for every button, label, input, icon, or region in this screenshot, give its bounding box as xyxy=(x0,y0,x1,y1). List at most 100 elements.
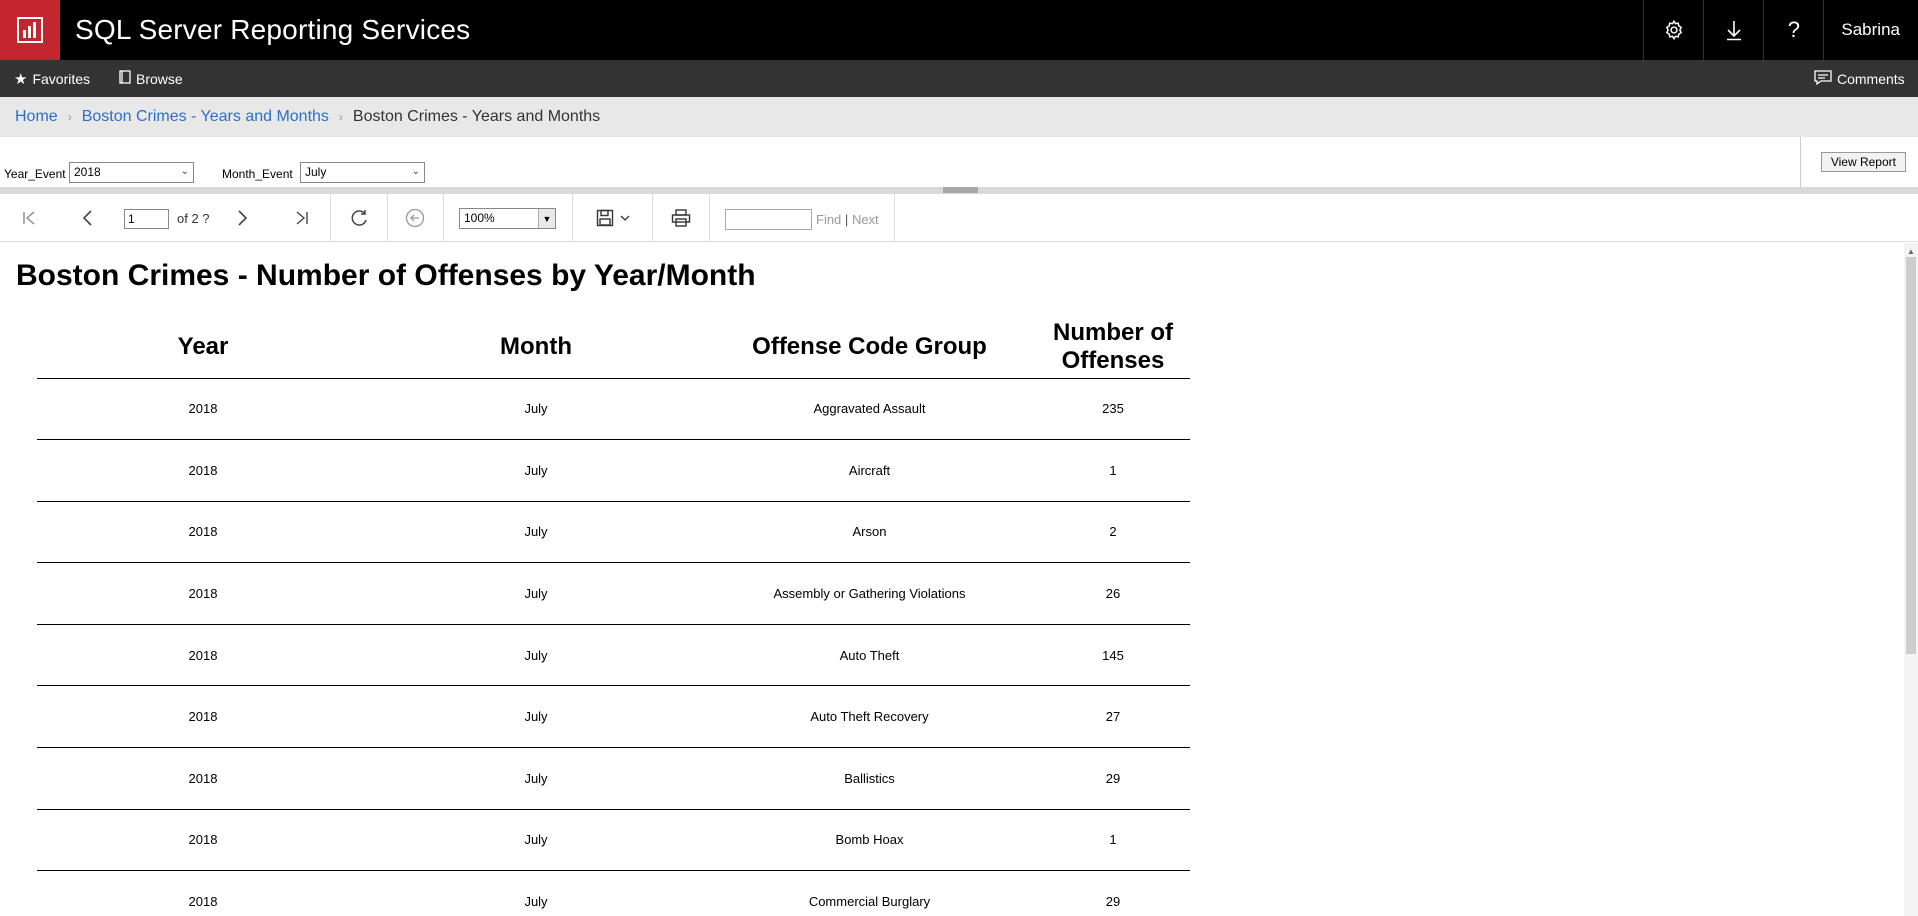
export-menu[interactable] xyxy=(588,194,638,242)
next-page-icon[interactable] xyxy=(228,194,258,242)
cell-year: 2018 xyxy=(37,378,369,441)
month-param-value: July xyxy=(305,165,327,179)
cell-count: 1 xyxy=(1036,439,1190,502)
cell-count: 145 xyxy=(1036,624,1190,687)
cell-offense-group: Aircraft xyxy=(703,439,1036,502)
cell-count: 29 xyxy=(1036,870,1190,916)
zoom-value: 100% xyxy=(464,211,495,225)
cell-month: July xyxy=(369,501,703,564)
cell-offense-group: Bomb Hoax xyxy=(703,809,1036,872)
cell-count: 29 xyxy=(1036,747,1190,810)
table-row: 2018 July Arson 2 xyxy=(37,501,1190,564)
cell-month: July xyxy=(369,562,703,625)
cell-offense-group: Aggravated Assault xyxy=(703,378,1036,441)
find-input[interactable] xyxy=(725,209,812,230)
year-param-value: 2018 xyxy=(74,165,101,179)
download-icon[interactable] xyxy=(1703,0,1763,60)
last-page-icon[interactable] xyxy=(287,194,317,242)
column-header-number-of-offenses: Number of Offenses xyxy=(1036,317,1190,379)
cell-year: 2018 xyxy=(37,501,369,564)
year-param-select[interactable]: 2018 ⌄ xyxy=(69,162,194,183)
cell-count: 1 xyxy=(1036,809,1190,872)
app-title: SQL Server Reporting Services xyxy=(75,14,471,45)
cell-count: 26 xyxy=(1036,562,1190,625)
report-toolbar: of 2 ? 100% ▼ Find | Next xyxy=(0,194,1918,242)
browse-label: Browse xyxy=(136,70,183,87)
cell-month: July xyxy=(369,747,703,810)
cell-count: 235 xyxy=(1036,378,1190,441)
nav-bar: ★ Favorites Browse Comments xyxy=(0,60,1918,97)
table-row: 2018 July Auto Theft 145 xyxy=(37,624,1190,687)
parameter-area: Year_Event 2018 ⌄ Month_Event July ⌄ Vie… xyxy=(0,137,1918,187)
refresh-icon[interactable] xyxy=(344,194,374,242)
breadcrumb-current: Boston Crimes - Years and Months xyxy=(352,108,601,125)
chevron-down-icon: ▼ xyxy=(538,209,555,228)
scroll-up-icon[interactable]: ▲ xyxy=(1907,247,1915,256)
chevron-down-icon: ⌄ xyxy=(180,166,189,177)
column-header-offense-group: Offense Code Group xyxy=(703,317,1036,379)
table-row: 2018 July Auto Theft Recovery 27 xyxy=(37,685,1190,749)
cell-offense-group: Commercial Burglary xyxy=(703,870,1036,916)
report-title: Boston Crimes - Number of Offenses by Ye… xyxy=(16,259,756,292)
column-header-year: Year xyxy=(37,317,369,379)
scroll-thumb[interactable] xyxy=(1906,257,1916,654)
column-header-month: Month xyxy=(369,317,703,379)
ssrs-logo-icon[interactable] xyxy=(0,0,60,60)
report-scrollbar[interactable]: ▲ xyxy=(1904,243,1918,916)
table-row: 2018 July Aggravated Assault 235 xyxy=(37,378,1190,441)
view-report-area: View Report xyxy=(1800,137,1918,187)
find-link[interactable]: Find xyxy=(816,212,841,227)
cell-year: 2018 xyxy=(37,809,369,872)
cell-month: July xyxy=(369,439,703,502)
chevron-right-icon: › xyxy=(338,110,343,124)
save-icon xyxy=(596,209,614,227)
first-page-icon[interactable] xyxy=(14,194,44,242)
favorites-link[interactable]: ★ Favorites xyxy=(14,60,90,97)
chevron-down-icon: ⌄ xyxy=(411,166,420,177)
chevron-down-icon xyxy=(620,215,630,221)
help-icon[interactable]: ? xyxy=(1763,0,1823,60)
cell-month: July xyxy=(369,809,703,872)
table-row: 2018 July Ballistics 29 xyxy=(37,747,1190,810)
collapse-params-handle[interactable] xyxy=(943,187,978,193)
cell-month: July xyxy=(369,624,703,687)
page-number-input[interactable] xyxy=(124,209,169,229)
favorites-label: Favorites xyxy=(32,70,91,87)
comments-label: Comments xyxy=(1837,70,1905,87)
star-icon: ★ xyxy=(14,70,28,88)
previous-page-icon[interactable] xyxy=(72,194,102,242)
comments-link[interactable]: Comments xyxy=(1814,60,1905,97)
book-icon xyxy=(119,70,131,87)
month-param-label: Month_Event xyxy=(222,167,293,181)
find-separator: | xyxy=(844,212,849,227)
breadcrumb-folder[interactable]: Boston Crimes - Years and Months xyxy=(82,108,329,126)
report-table: Year Month Offense Code Group Number of … xyxy=(37,317,1190,916)
cell-month: July xyxy=(369,378,703,441)
table-row: 2018 July Assembly or Gathering Violations… xyxy=(37,562,1190,625)
cell-offense-group: Ballistics xyxy=(703,747,1036,810)
cell-year: 2018 xyxy=(37,439,369,502)
cell-year: 2018 xyxy=(37,624,369,687)
zoom-select[interactable]: 100% ▼ xyxy=(459,208,556,229)
comment-icon xyxy=(1814,69,1832,88)
cell-year: 2018 xyxy=(37,870,369,916)
breadcrumb-home[interactable]: Home xyxy=(15,108,58,126)
cell-offense-group: Auto Theft xyxy=(703,624,1036,687)
table-row: 2018 July Commercial Burglary 29 xyxy=(37,870,1190,916)
chevron-right-icon: › xyxy=(67,110,72,124)
user-menu[interactable]: Sabrina xyxy=(1823,0,1918,60)
cell-offense-group: Assembly or Gathering Violations xyxy=(703,562,1036,625)
report-viewer: Boston Crimes - Number of Offenses by Ye… xyxy=(0,243,1900,916)
table-row: 2018 July Bomb Hoax 1 xyxy=(37,809,1190,872)
next-link[interactable]: Next xyxy=(852,212,879,227)
cell-year: 2018 xyxy=(37,685,369,749)
find-controls: Find | Next xyxy=(816,212,879,227)
view-report-button[interactable]: View Report xyxy=(1820,152,1906,172)
cell-month: July xyxy=(369,870,703,916)
settings-gear-icon[interactable] xyxy=(1643,0,1703,60)
browse-link[interactable]: Browse xyxy=(119,60,183,97)
back-to-parent-icon[interactable] xyxy=(400,194,430,242)
print-icon[interactable] xyxy=(666,194,696,242)
month-param-select[interactable]: July ⌄ xyxy=(300,162,425,183)
cell-count: 2 xyxy=(1036,501,1190,564)
